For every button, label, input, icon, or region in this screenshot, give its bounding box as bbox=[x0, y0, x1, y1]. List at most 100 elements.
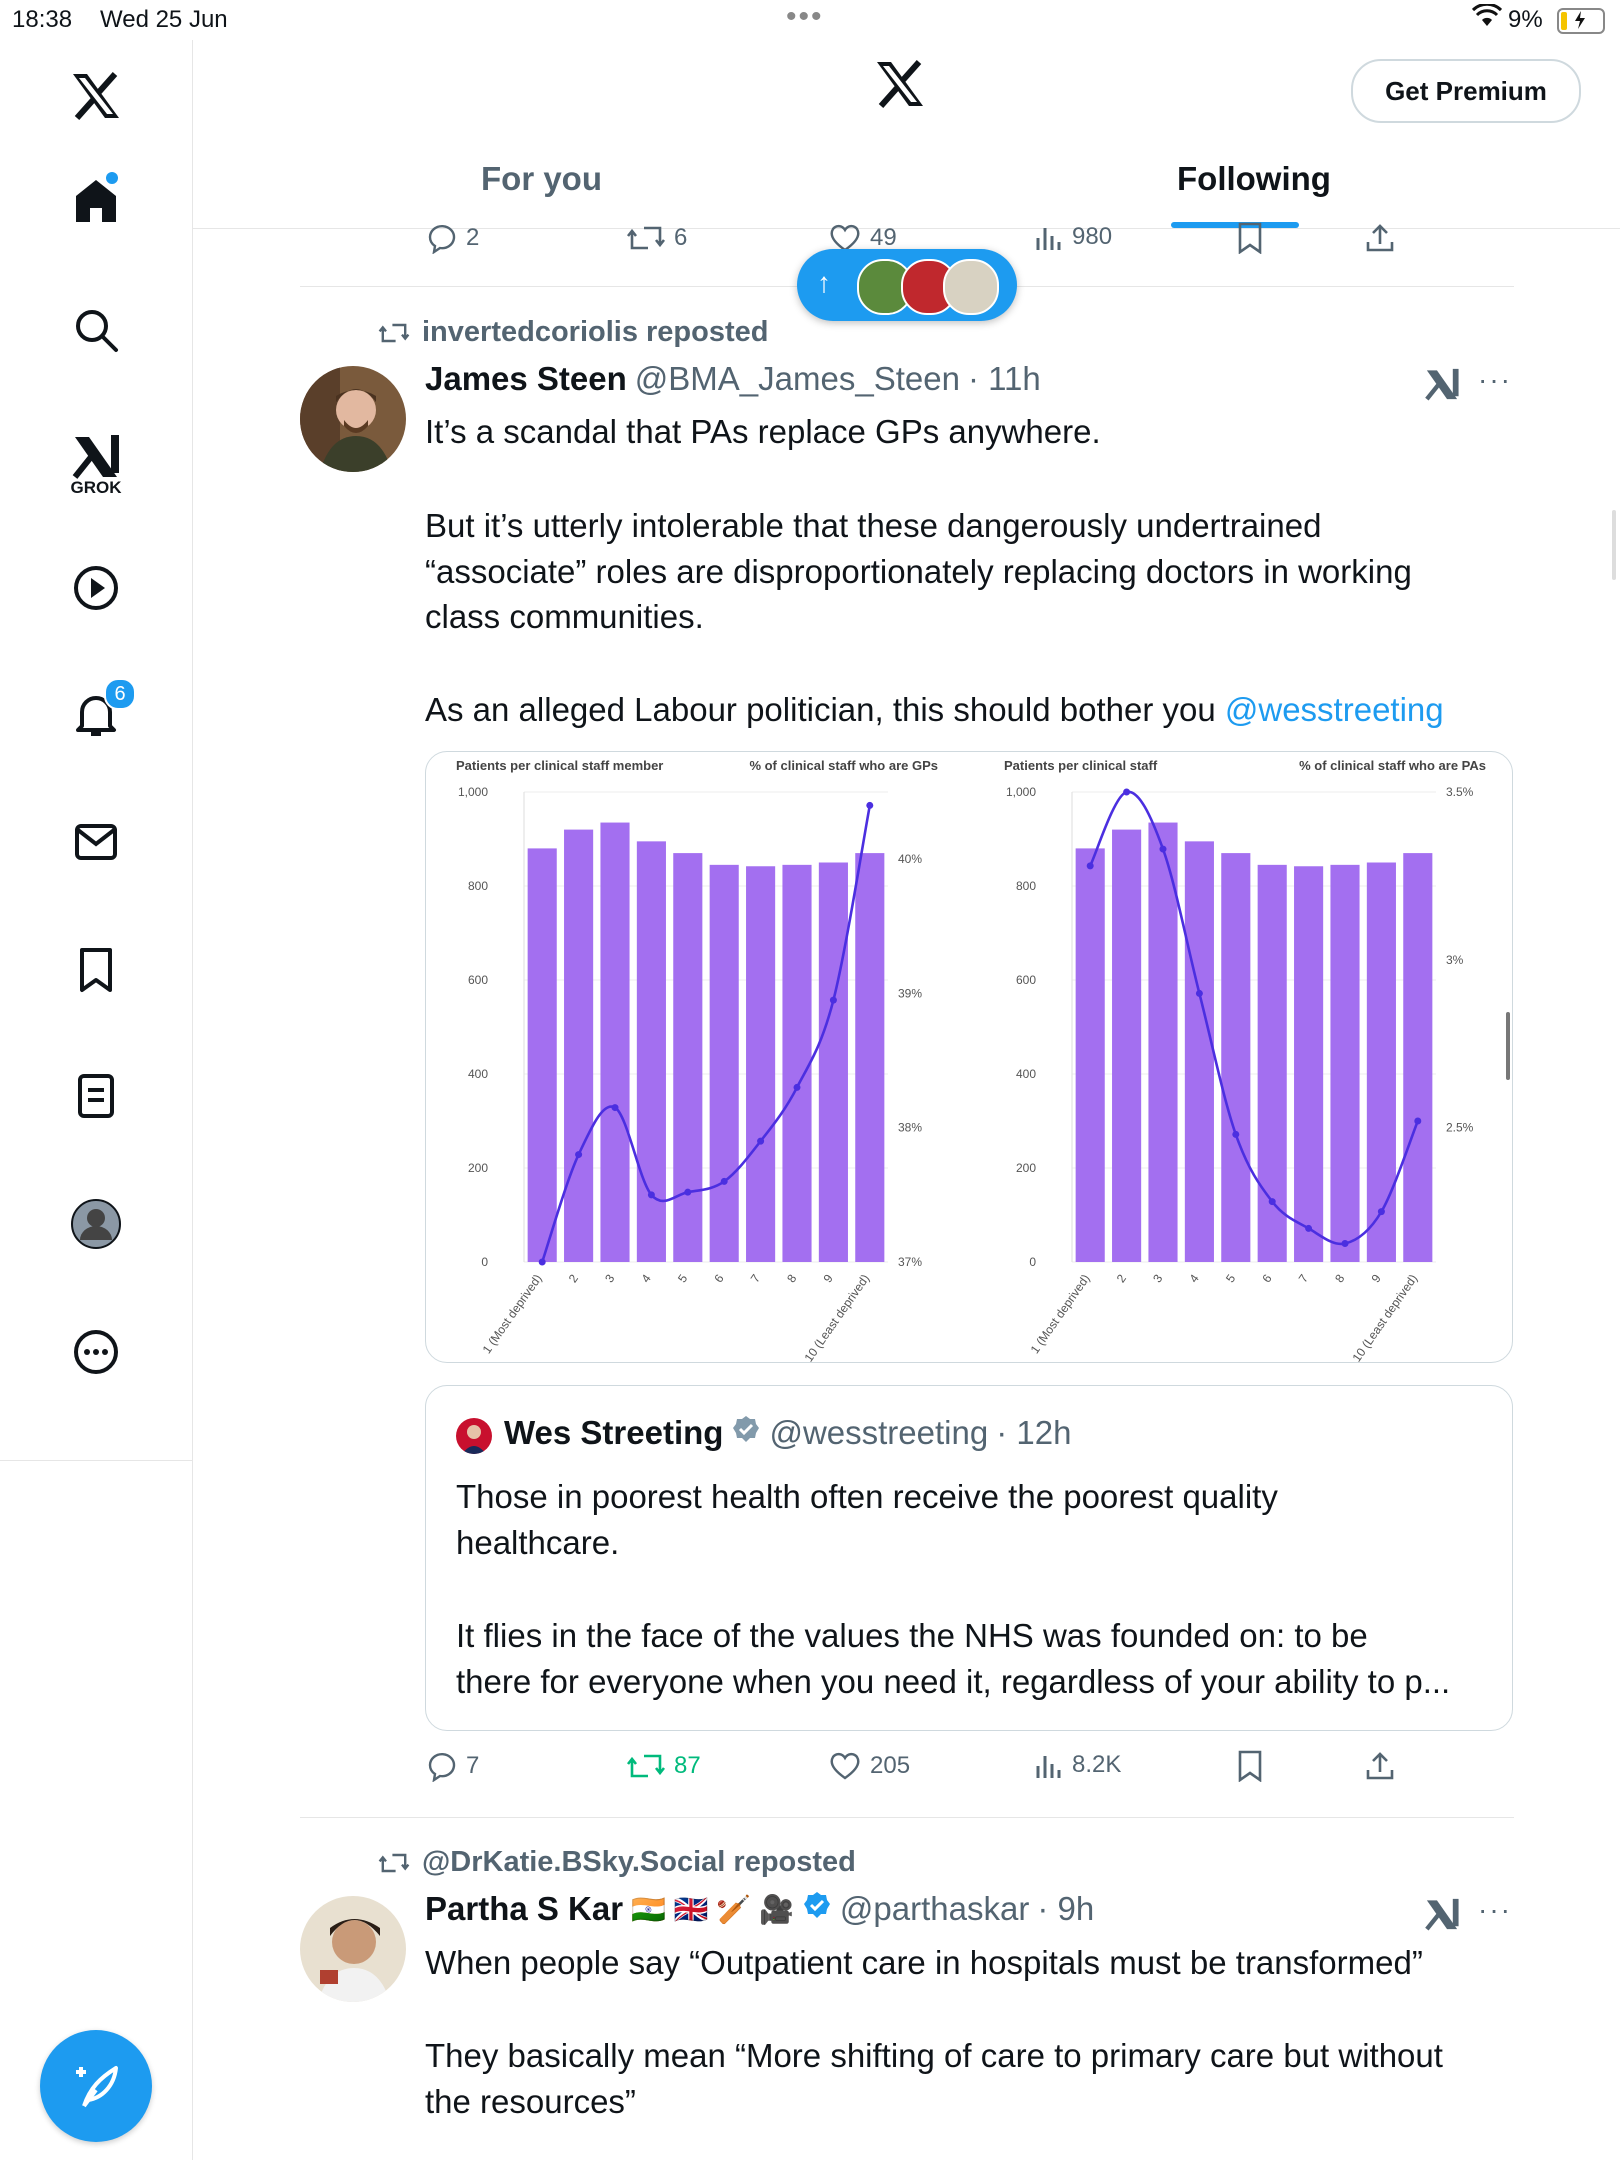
chart-bar bbox=[855, 853, 885, 1262]
author-handle[interactable]: @BMA_James_Steen bbox=[635, 360, 960, 398]
grok-icon[interactable] bbox=[1424, 366, 1460, 407]
views-button[interactable]: 8.2K bbox=[1034, 1750, 1121, 1780]
get-premium-button[interactable]: Get Premium bbox=[1351, 59, 1581, 123]
search-icon[interactable] bbox=[60, 294, 132, 366]
battery-percent: 9% bbox=[1508, 6, 1543, 33]
x-logo-icon[interactable] bbox=[60, 60, 132, 132]
repost-count: 87 bbox=[674, 1752, 701, 1779]
quote-text-line: healthcare. bbox=[456, 1524, 620, 1561]
compose-post-button[interactable] bbox=[40, 2030, 152, 2142]
video-icon[interactable] bbox=[60, 552, 132, 624]
reply-count: 2 bbox=[466, 224, 480, 251]
charts-svg: Patients per clinical staff member % of c… bbox=[456, 758, 1486, 1362]
chart-bar bbox=[1112, 829, 1142, 1262]
series-point bbox=[1123, 788, 1131, 796]
avatar[interactable] bbox=[300, 366, 406, 472]
x-tick-label: 8 bbox=[1332, 1271, 1347, 1285]
reposted-by-label[interactable]: invertedcoriolis reposted bbox=[422, 316, 769, 349]
y-tick-label: 400 bbox=[1016, 1067, 1036, 1081]
repost-button[interactable]: 87 bbox=[626, 1750, 701, 1782]
x-tick-label: 3 bbox=[602, 1271, 617, 1285]
x-tick-label: 2 bbox=[566, 1271, 581, 1285]
scroll-indicator[interactable] bbox=[1506, 1012, 1510, 1080]
status-time: 18:38 bbox=[12, 6, 73, 33]
series-point bbox=[720, 1177, 728, 1185]
author-emojis: 🇮🇳 🇬🇧 🏏 🎥 bbox=[631, 1893, 794, 1925]
avatar bbox=[456, 1418, 492, 1454]
x-tick-label: 7 bbox=[1296, 1271, 1311, 1285]
y-tick-label: 1,000 bbox=[1006, 785, 1036, 799]
post-divider bbox=[300, 1817, 1514, 1818]
battery-icon bbox=[1557, 8, 1605, 34]
chart-bar bbox=[1403, 853, 1433, 1262]
messages-icon[interactable] bbox=[60, 806, 132, 878]
bookmark-button[interactable] bbox=[1236, 222, 1264, 254]
mention-link[interactable]: @wesstreeting bbox=[1225, 691, 1444, 728]
more-options-icon[interactable] bbox=[60, 1316, 132, 1388]
author-handle[interactable]: @parthaskar bbox=[840, 1890, 1029, 1928]
new-posts-pill[interactable]: ↑ bbox=[797, 249, 1017, 321]
share-button[interactable] bbox=[1364, 1750, 1396, 1782]
more-options-icon[interactable]: ··· bbox=[1478, 364, 1512, 396]
y-tick-label: 800 bbox=[468, 879, 488, 893]
y2-tick-label: 3.5% bbox=[1446, 785, 1474, 799]
home-icon[interactable] bbox=[60, 164, 132, 236]
x-tick-label: 4 bbox=[1187, 1271, 1202, 1285]
chart-bar bbox=[1294, 866, 1324, 1262]
chart-bar bbox=[818, 862, 848, 1262]
series-point bbox=[829, 996, 837, 1004]
repost-button[interactable]: 6 bbox=[626, 222, 687, 254]
grok-icon[interactable] bbox=[1424, 1896, 1460, 1937]
profile-avatar-icon[interactable] bbox=[60, 1188, 132, 1260]
bookmarks-icon[interactable] bbox=[60, 934, 132, 1006]
multitask-dots-icon[interactable]: ••• bbox=[786, 0, 824, 34]
avatar[interactable] bbox=[300, 1896, 406, 2002]
series-point bbox=[757, 1137, 765, 1145]
x-tick-label: 5 bbox=[1223, 1271, 1238, 1285]
x-tick-label: 2 bbox=[1114, 1271, 1129, 1285]
more-options-icon[interactable]: ··· bbox=[1478, 1894, 1512, 1926]
chart-bar bbox=[746, 866, 776, 1262]
repost-context: @DrKatie.BSky.Social reposted bbox=[378, 1846, 856, 1879]
y2-tick-label: 3% bbox=[1446, 953, 1464, 967]
y-tick-label: 200 bbox=[1016, 1161, 1036, 1175]
chart-bar bbox=[1366, 862, 1396, 1262]
chart-bar bbox=[1184, 841, 1214, 1262]
bookmark-button[interactable] bbox=[1236, 1750, 1264, 1782]
x-tick-label: 7 bbox=[748, 1271, 763, 1285]
author-name[interactable]: James Steen bbox=[425, 360, 627, 398]
series-point bbox=[1195, 989, 1203, 997]
views-button[interactable]: 980 bbox=[1034, 222, 1112, 252]
tab-following[interactable]: Following bbox=[1177, 160, 1331, 198]
quoted-post[interactable]: Wes Streeting @wesstreeting · 12h Those … bbox=[425, 1385, 1513, 1731]
chart-bar bbox=[1330, 864, 1360, 1262]
author-name[interactable]: Partha S Kar bbox=[425, 1890, 623, 1928]
chart-title-left: Patients per clinical staff member bbox=[456, 758, 663, 773]
views-count: 980 bbox=[1072, 223, 1113, 250]
reply-button[interactable]: 2 bbox=[426, 222, 479, 254]
post-text-line: class communities. bbox=[425, 598, 704, 635]
like-button[interactable]: 205 bbox=[828, 1750, 910, 1782]
post-text-line: It’s a scandal that PAs replace GPs anyw… bbox=[425, 413, 1101, 450]
x-tick-label: 6 bbox=[1259, 1271, 1274, 1285]
chart-bar bbox=[1075, 848, 1105, 1262]
tab-for-you[interactable]: For you bbox=[481, 160, 602, 198]
post-time[interactable]: · 11h bbox=[968, 360, 1041, 398]
lists-icon[interactable] bbox=[60, 1060, 132, 1132]
chart-image[interactable]: Patients per clinical staff member % of c… bbox=[425, 751, 1513, 1363]
quote-author-name: Wes Streeting bbox=[504, 1414, 724, 1451]
share-button[interactable] bbox=[1364, 222, 1396, 254]
active-tab-indicator bbox=[1171, 222, 1299, 228]
avatar bbox=[943, 259, 999, 315]
post-time[interactable]: · 9h bbox=[1037, 1890, 1094, 1928]
series-point bbox=[1341, 1240, 1349, 1248]
x-tick-label: 9 bbox=[821, 1271, 836, 1285]
reposted-by-label[interactable]: @DrKatie.BSky.Social reposted bbox=[422, 1846, 856, 1879]
reply-button[interactable]: 7 bbox=[426, 1750, 479, 1782]
chart-bar bbox=[636, 841, 666, 1262]
notifications-bell-icon[interactable]: 6 bbox=[60, 678, 136, 750]
series-point bbox=[684, 1188, 692, 1196]
series-point bbox=[1232, 1130, 1240, 1138]
series-point bbox=[1305, 1224, 1313, 1232]
y-tick-label: 600 bbox=[1016, 973, 1036, 987]
